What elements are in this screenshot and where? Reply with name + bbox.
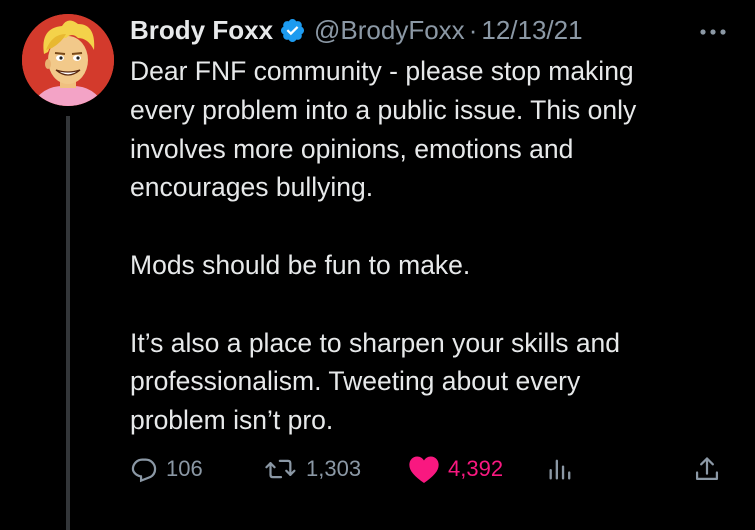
share-upload-icon — [693, 455, 721, 483]
tweet-paragraph — [130, 207, 730, 246]
retweet-button[interactable]: 1,303 — [264, 449, 361, 489]
tweet[interactable]: Brody Foxx @BrodyFoxx · 12/13/21 Dear FN… — [0, 0, 755, 530]
like-count: 4,392 — [448, 456, 504, 481]
reply-button[interactable]: 106 — [130, 449, 203, 489]
more-dots-icon[interactable] — [695, 22, 731, 42]
tweet-paragraph: Mods should be fun to make. — [130, 249, 471, 280]
share-button[interactable] — [693, 449, 721, 489]
cartoon-avatar-icon — [22, 14, 114, 106]
analytics-bars-icon — [546, 455, 574, 483]
verified-badge-icon — [279, 17, 306, 44]
reply-bubble-icon — [130, 455, 158, 483]
tweet-paragraph: It’s also a place to sharpen your skills… — [130, 327, 621, 436]
author-name[interactable]: Brody Foxx — [130, 15, 273, 46]
author-handle[interactable]: @BrodyFoxx — [314, 15, 465, 46]
avatar[interactable] — [22, 14, 114, 106]
reply-count: 106 — [166, 456, 203, 481]
retweet-count: 1,303 — [306, 456, 362, 481]
tweet-date[interactable]: 12/13/21 — [481, 15, 582, 46]
action-bar: 106 1,303 4,392 — [130, 449, 730, 489]
thread-line — [66, 116, 70, 530]
tweet-header: Brody Foxx @BrodyFoxx · 12/13/21 — [130, 10, 730, 50]
avatar-column — [22, 14, 114, 106]
tweet-content: Brody Foxx @BrodyFoxx · 12/13/21 Dear FN… — [130, 10, 730, 440]
views-button[interactable] — [546, 449, 574, 489]
like-button[interactable]: 4,392 — [408, 449, 503, 489]
tweet-text: Dear FNF community - please stop making … — [130, 52, 730, 440]
heart-icon — [408, 454, 440, 484]
tweet-paragraph — [130, 285, 730, 324]
tweet-paragraph: Dear FNF community - please stop making … — [130, 56, 637, 203]
dot-separator: · — [468, 14, 478, 45]
retweet-icon — [264, 455, 298, 483]
